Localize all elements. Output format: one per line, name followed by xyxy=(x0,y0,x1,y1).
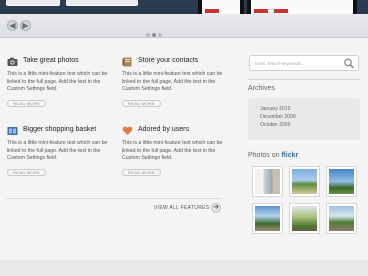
search-box xyxy=(249,55,359,71)
feature-bigger-shopping-basket: Bigger shopping basket This is a little … xyxy=(7,126,117,180)
archive-link[interactable]: January 2010 xyxy=(257,105,296,113)
slider-pagination xyxy=(146,24,164,42)
view-all-features-button[interactable]: ➔ xyxy=(211,203,221,213)
feature-title: Adored by users xyxy=(138,126,189,133)
address-book-icon xyxy=(122,57,132,67)
read-more-button[interactable]: READ MORE xyxy=(122,169,161,176)
page-footer xyxy=(0,260,368,276)
shopping-basket-icon xyxy=(7,127,18,135)
slider-prev-button[interactable]: ◀ xyxy=(7,20,18,31)
content-divider xyxy=(6,198,222,199)
feature-text: This is a little mini-feature text which… xyxy=(122,140,223,162)
flickr-photo[interactable] xyxy=(326,166,357,197)
archives-heading: Archives xyxy=(248,85,275,92)
flickr-photo[interactable] xyxy=(289,203,320,234)
hero-button-1[interactable] xyxy=(6,0,60,6)
heart-icon xyxy=(122,126,133,135)
feature-title: Take great photos xyxy=(23,57,79,64)
feature-text: This is a little mini-feature text which… xyxy=(7,140,108,162)
read-more-button[interactable]: READ MORE xyxy=(7,169,46,176)
flickr-heading: Photos on flickr xyxy=(248,152,298,159)
flickr-heading-prefix: Photos on xyxy=(248,152,282,159)
hero-button-2[interactable] xyxy=(66,0,138,6)
arrow-right-icon: ▶ xyxy=(22,21,29,30)
flickr-photo[interactable] xyxy=(252,203,283,234)
view-all-features-link[interactable]: VIEW ALL FEATURES xyxy=(154,205,209,211)
feature-store-your-contacts: Store your contacts This is a little min… xyxy=(122,57,232,111)
archive-link[interactable]: October 2009 xyxy=(257,121,296,129)
feature-text: This is a little mini-feature text which… xyxy=(122,71,223,93)
flickr-brand: flickr xyxy=(281,152,299,159)
camera-icon xyxy=(7,57,18,66)
arrow-left-icon: ◀ xyxy=(9,21,16,30)
search-icon[interactable] xyxy=(343,58,355,69)
slider-next-button[interactable]: ▶ xyxy=(20,20,31,31)
feature-take-great-photos: Take great photos This is a little mini-… xyxy=(7,57,117,111)
archive-link[interactable]: December 2009 xyxy=(257,113,296,121)
feature-title: Store your contacts xyxy=(138,57,199,64)
feature-title: Bigger shopping basket xyxy=(23,126,97,133)
feature-text: This is a little mini-feature text which… xyxy=(7,71,108,93)
read-more-button[interactable]: READ MORE xyxy=(122,100,161,107)
sidebar-divider xyxy=(248,79,360,80)
search-input[interactable] xyxy=(255,59,340,68)
slider-dot[interactable] xyxy=(158,33,162,37)
slider-dot[interactable] xyxy=(152,33,156,37)
read-more-button[interactable]: READ MORE xyxy=(7,100,46,107)
slider-controls: ◀ ▶ xyxy=(0,14,368,38)
feature-adored-by-users: Adored by users This is a little mini-fe… xyxy=(122,126,232,180)
flickr-photo[interactable] xyxy=(326,203,357,234)
slider-dot[interactable] xyxy=(146,33,150,37)
arrow-right-icon: ➔ xyxy=(213,204,219,211)
flickr-photo[interactable] xyxy=(289,166,320,197)
archives-box: January 2010 December 2009 October 2009 xyxy=(248,98,360,140)
flickr-photo[interactable] xyxy=(252,166,283,197)
